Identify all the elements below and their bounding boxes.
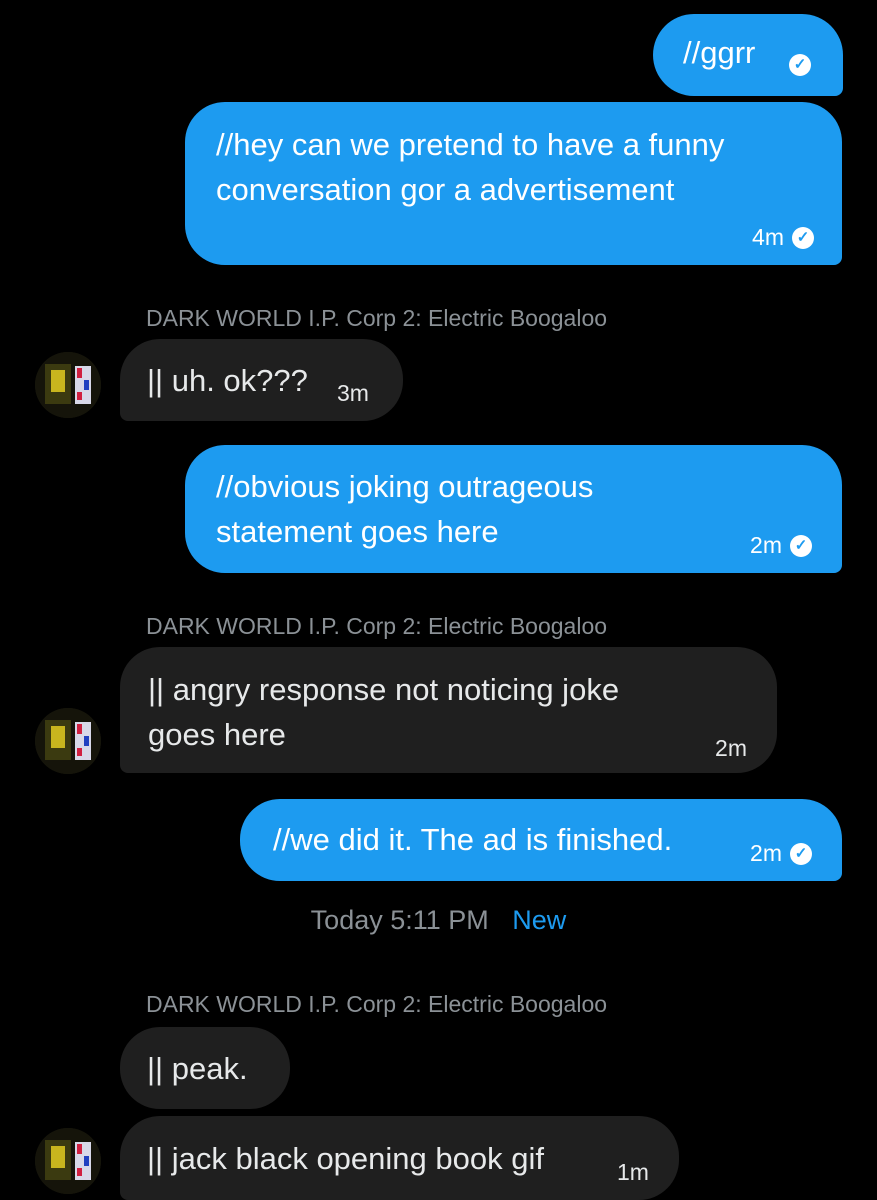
message-text: //we did it. The ad is finished. <box>273 822 673 857</box>
sender-name: DARK WORLD I.P. Corp 2: Electric Boogalo… <box>146 613 608 639</box>
outgoing-message[interactable]: //we did it. The ad is finished. 2m ✓ <box>240 799 842 881</box>
avatar[interactable] <box>35 1128 101 1194</box>
outgoing-message[interactable]: //obvious joking outrageous statement go… <box>185 445 842 573</box>
message-time: 2m <box>750 532 782 558</box>
message-time: 1m <box>617 1159 649 1185</box>
message-meta: 2m ✓ <box>750 831 812 876</box>
message-text: || uh. ok??? <box>147 363 308 398</box>
message-time: 4m <box>752 224 784 250</box>
sender-name: DARK WORLD I.P. Corp 2: Electric Boogalo… <box>146 305 608 331</box>
new-label: New <box>512 905 567 935</box>
check-circle-icon: ✓ <box>792 226 814 249</box>
message-text: //obvious joking outrageous statement go… <box>216 469 594 549</box>
message-text: || angry response not noticing joke goes… <box>148 672 620 752</box>
message-time: 2m <box>750 840 782 866</box>
incoming-message[interactable]: || jack black opening book gif 1m <box>120 1116 679 1200</box>
avatar-image <box>35 1128 101 1194</box>
check-circle-icon: ✓ <box>789 54 811 76</box>
message-time: 3m <box>337 380 369 406</box>
message-text: || peak. <box>147 1051 248 1086</box>
message-time: 2m <box>715 735 747 761</box>
new-messages-divider: Today 5:11 PM New <box>0 905 877 936</box>
incoming-message[interactable]: || uh. ok??? 3m <box>120 339 403 421</box>
check-circle-icon: ✓ <box>790 842 812 865</box>
check-circle-icon: ✓ <box>790 534 812 557</box>
avatar-image <box>35 708 101 774</box>
message-text: || jack black opening book gif <box>147 1141 544 1176</box>
sender-name: DARK WORLD I.P. Corp 2: Electric Boogalo… <box>146 991 608 1017</box>
avatar[interactable] <box>35 352 101 418</box>
message-meta: 4m ✓ <box>752 215 814 260</box>
message-meta: 2m ✓ <box>750 523 812 568</box>
incoming-message[interactable]: || peak. <box>120 1027 290 1109</box>
outgoing-message[interactable]: //ggrr ✓ <box>653 14 843 96</box>
message-text: //ggrr <box>683 35 756 70</box>
avatar[interactable] <box>35 708 101 774</box>
incoming-message[interactable]: || angry response not noticing joke goes… <box>120 647 777 773</box>
divider-time: Today 5:11 PM <box>310 905 489 935</box>
avatar-image <box>35 352 101 418</box>
message-text: //hey can we pretend to have a funny con… <box>216 127 725 207</box>
outgoing-message[interactable]: //hey can we pretend to have a funny con… <box>185 102 842 265</box>
